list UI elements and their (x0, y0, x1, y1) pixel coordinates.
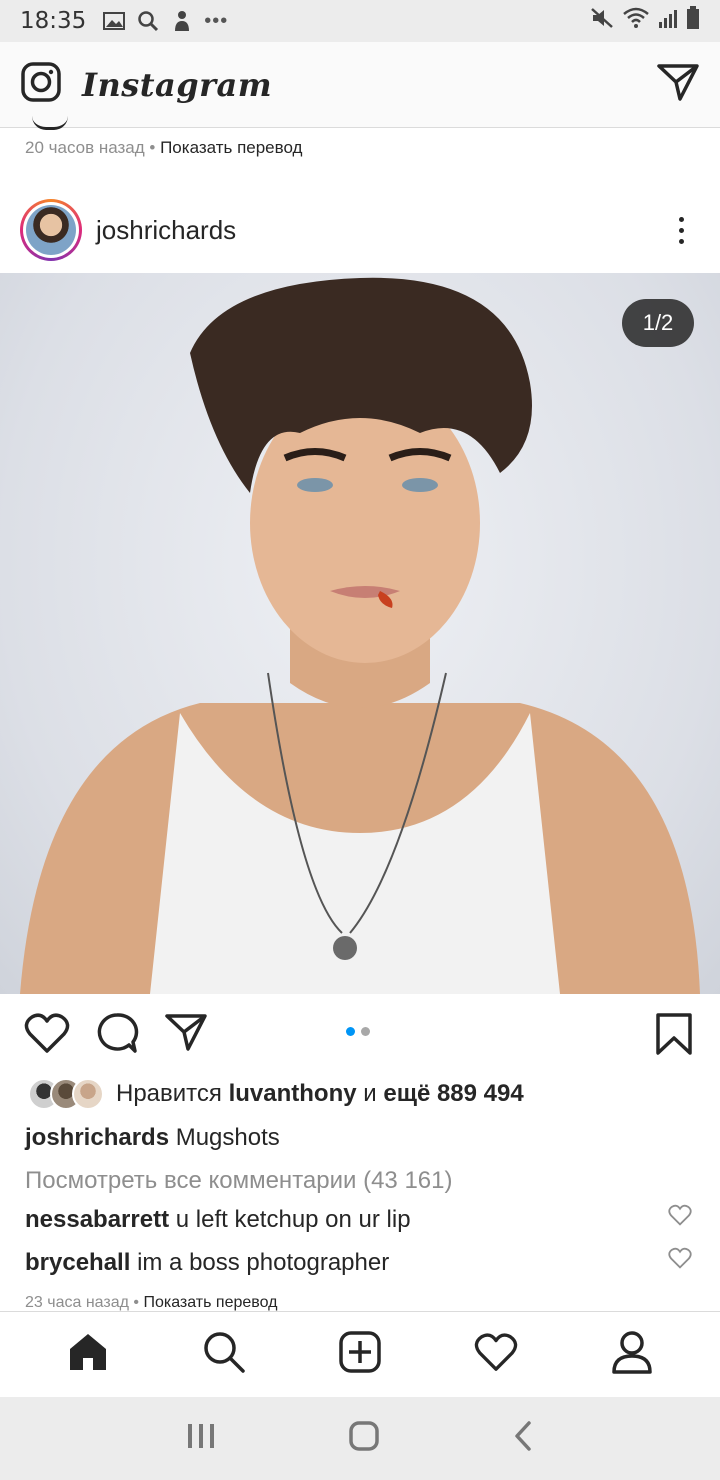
likes-count[interactable]: ещё 889 494 (383, 1080, 523, 1107)
post-meta: 23 часа назад • Показать перевод (25, 1294, 277, 1312)
bookmark-icon[interactable] (655, 1012, 693, 1061)
notification-figure-icon (170, 9, 194, 33)
system-navigation-bar (0, 1397, 720, 1480)
back-icon[interactable] (512, 1420, 534, 1457)
comment-text: u left ketchup on ur lip (175, 1206, 411, 1233)
home-button-icon[interactable] (348, 1420, 380, 1457)
gallery-icon (102, 9, 126, 33)
previous-post-separator: • (144, 138, 161, 157)
profile-icon[interactable] (611, 1330, 653, 1379)
camera-icon[interactable] (20, 61, 62, 108)
status-more-icon: ••• (204, 9, 229, 32)
bottom-navigation (0, 1311, 720, 1397)
app-header: Instagram (0, 42, 720, 128)
instagram-logo: Instagram (82, 65, 273, 104)
likes-middle: и (363, 1080, 377, 1107)
avatar (26, 205, 76, 255)
post-time: 23 часа назад (25, 1294, 129, 1311)
carousel-dot (361, 1027, 370, 1036)
signal-icon (658, 7, 678, 36)
post-translate-link[interactable]: Показать перевод (143, 1294, 277, 1311)
story-ring[interactable] (20, 199, 82, 261)
carousel-dot-active (346, 1027, 355, 1036)
caption: joshrichards Mugshots (25, 1124, 280, 1152)
photo-illustration (20, 277, 700, 994)
previous-post-translate-link[interactable]: Показать перевод (160, 138, 302, 157)
battery-icon (686, 5, 700, 37)
previous-post-meta: 20 часов назад • Показать перевод (25, 138, 302, 158)
comment-username[interactable]: nessabarrett (25, 1206, 169, 1233)
more-options-icon[interactable] (679, 216, 684, 244)
post-header: joshrichards (0, 188, 720, 272)
search-status-icon (136, 9, 160, 33)
direct-message-icon[interactable] (656, 62, 700, 107)
liker-avatar (72, 1078, 104, 1110)
carousel-indicator (346, 1027, 370, 1036)
new-post-icon[interactable] (339, 1331, 381, 1378)
wifi-icon (622, 7, 650, 36)
post-username[interactable]: joshrichards (96, 215, 236, 246)
caption-text: Mugshots (175, 1124, 280, 1151)
comment-row: brycehall im a boss photographer (25, 1249, 389, 1277)
likes-text: Нравится luvanthony и ещё 889 494 (116, 1080, 524, 1108)
likes-user[interactable]: luvanthony (229, 1080, 357, 1107)
mute-icon (590, 7, 614, 36)
likes-prefix: Нравится (116, 1080, 222, 1107)
status-bar: 18:35 ••• (0, 0, 720, 42)
status-time: 18:35 (20, 8, 87, 34)
comment-text: im a boss photographer (137, 1249, 390, 1276)
recent-apps-icon[interactable] (186, 1422, 216, 1455)
comment-like-heart-icon[interactable] (668, 1247, 692, 1274)
comment-username[interactable]: brycehall (25, 1249, 130, 1276)
comment-like-heart-icon[interactable] (668, 1204, 692, 1231)
comment-row: nessabarrett u left ketchup on ur lip (25, 1206, 411, 1234)
home-icon[interactable] (67, 1331, 109, 1378)
caption-username[interactable]: joshrichards (25, 1124, 169, 1151)
status-right-icons (590, 5, 700, 37)
previous-post-time: 20 часов назад (25, 138, 145, 157)
comment-icon[interactable] (95, 1012, 139, 1059)
search-icon[interactable] (202, 1330, 246, 1379)
carousel-counter: 1/2 (622, 299, 694, 347)
like-heart-icon[interactable] (24, 1012, 70, 1059)
post-meta-separator: • (128, 1294, 144, 1311)
likes-summary[interactable]: Нравится luvanthony и ещё 889 494 (28, 1078, 524, 1110)
activity-heart-icon[interactable] (474, 1332, 518, 1377)
post-photo[interactable]: 1/2 (0, 273, 720, 994)
view-all-comments-link[interactable]: Посмотреть все комментарии (43 161) (25, 1167, 452, 1195)
share-icon[interactable] (164, 1012, 208, 1057)
